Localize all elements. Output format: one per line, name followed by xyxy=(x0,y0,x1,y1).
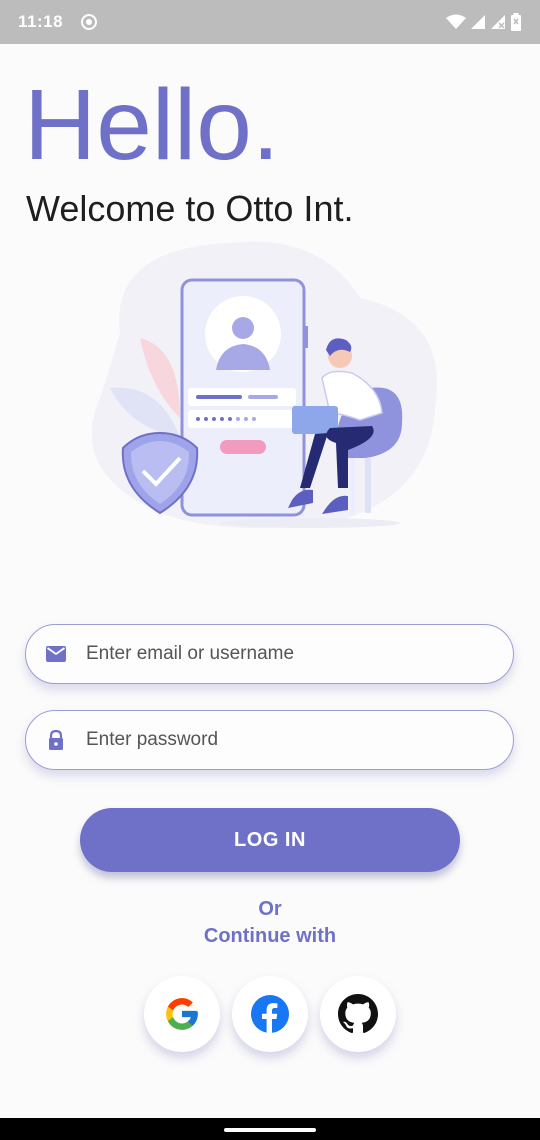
login-button[interactable]: LOG IN xyxy=(80,808,460,872)
status-time: 11:18 xyxy=(18,12,64,31)
page-subtitle: Welcome to Otto Int. xyxy=(26,188,354,229)
email-input[interactable] xyxy=(86,643,466,665)
signal-icon xyxy=(471,15,485,29)
status-icons xyxy=(446,13,522,31)
page-title: Hello. xyxy=(24,69,280,181)
facebook-icon xyxy=(251,995,289,1033)
email-field[interactable] xyxy=(25,624,514,684)
navigation-bar xyxy=(0,1118,540,1140)
signal-x-icon xyxy=(491,15,505,29)
status-bar: 11:18 xyxy=(0,0,540,44)
password-input[interactable] xyxy=(86,729,466,751)
settings-dot-icon xyxy=(81,14,98,30)
continue-with-label: Continue with xyxy=(203,925,337,947)
email-icon xyxy=(46,646,66,662)
lock-icon xyxy=(49,730,63,750)
or-label: Or xyxy=(258,898,282,920)
wifi-icon xyxy=(446,14,466,29)
facebook-login-button[interactable] xyxy=(232,976,308,1052)
battery-icon xyxy=(511,13,521,31)
google-login-button[interactable] xyxy=(144,976,220,1052)
home-handle[interactable] xyxy=(224,1128,316,1132)
google-icon xyxy=(166,998,198,1030)
github-login-button[interactable] xyxy=(320,976,396,1052)
password-field[interactable] xyxy=(25,710,514,770)
github-icon xyxy=(338,994,378,1034)
login-illustration xyxy=(91,241,438,528)
